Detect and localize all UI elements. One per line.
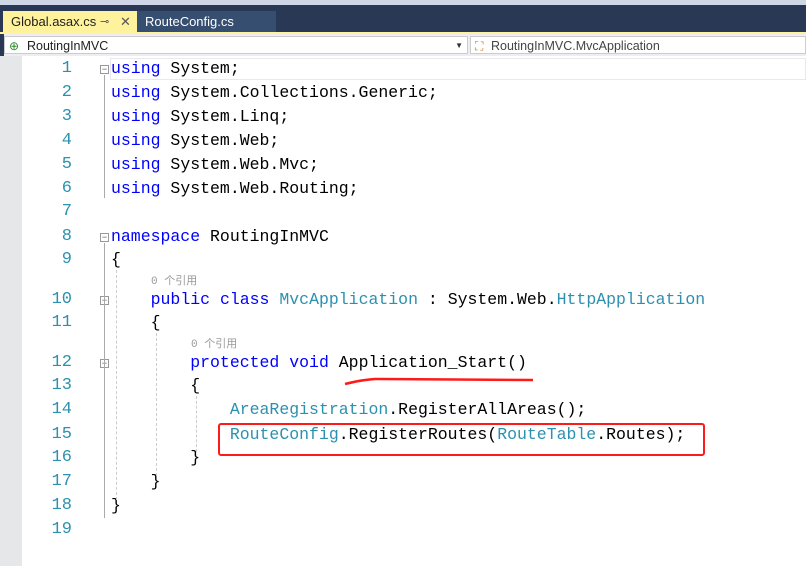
annotations <box>344 377 534 386</box>
red-highlight-box <box>218 423 705 456</box>
red-underline <box>344 377 534 386</box>
